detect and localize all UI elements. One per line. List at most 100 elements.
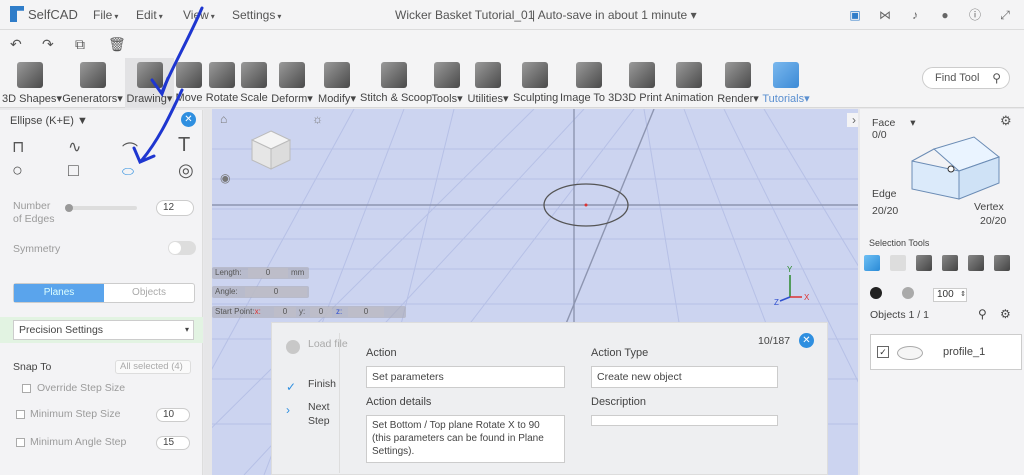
snap-to-label: Snap To [13, 361, 52, 373]
selection-tools-label: Selection Tools [869, 238, 930, 248]
search-icon[interactable]: ⚲ [992, 71, 1001, 85]
delete-icon[interactable]: 🗑 [108, 36, 126, 53]
user-icon[interactable]: ● [938, 8, 952, 22]
circle-shape-icon[interactable]: ○ [12, 160, 23, 181]
object-list-item[interactable]: ✓ profile_1 [870, 334, 1022, 370]
angle-value[interactable]: 0 [245, 287, 307, 297]
snap-to-select[interactable]: All selected (4) [115, 360, 191, 374]
tool-3d-print[interactable]: 3D Print [622, 58, 662, 108]
tutorial-close-icon[interactable]: ✕ [799, 333, 814, 348]
tool-drawing[interactable]: Drawing▾ [125, 58, 174, 108]
tool-render[interactable]: Render▾ [716, 58, 760, 108]
brush-soft-icon[interactable] [902, 287, 914, 299]
find-tool-placeholder: Find Tool [935, 72, 980, 84]
edge-mode-label[interactable]: Edge [872, 188, 897, 200]
edges-slider[interactable] [65, 204, 137, 212]
share-icon[interactable]: ⋈ [878, 8, 892, 22]
chevron-right-icon: › [286, 403, 290, 417]
select-plane-icon[interactable] [994, 255, 1010, 271]
undo-icon[interactable]: ↶ [10, 36, 22, 53]
start-point-z[interactable]: 0 [348, 307, 384, 317]
logo-text: SelfCAD [28, 6, 78, 22]
selection-mode-cube[interactable] [904, 121, 1004, 201]
brush-size-input[interactable]: 100 ⇕ [933, 288, 967, 302]
face-count: 0/0 [872, 129, 887, 141]
objects-tab[interactable]: Objects [104, 284, 194, 302]
home-icon[interactable]: ⌂ [220, 112, 227, 126]
minimum-step-size-input[interactable]: 10 [156, 408, 190, 422]
tool-3d-shapes[interactable]: 3D Shapes▾ [2, 58, 62, 108]
save-icon[interactable]: ▣ [848, 8, 862, 22]
tool-rotate[interactable]: Rotate [205, 58, 239, 108]
vertex-mode-label[interactable]: Vertex [974, 201, 1004, 213]
minimum-angle-step-input[interactable]: 15 [156, 436, 190, 450]
select-solid-icon[interactable] [942, 255, 958, 271]
ring-shape-icon[interactable]: ◎ [178, 160, 194, 181]
select-loop-icon[interactable] [968, 255, 984, 271]
tool-modify[interactable]: Modify▾ [316, 58, 358, 108]
text-shape-icon[interactable]: T [178, 134, 190, 157]
search-objects-icon[interactable]: ⚲ [978, 307, 987, 321]
menu-view[interactable]: View [183, 8, 215, 22]
notification-bell-icon[interactable]: ♪ [908, 8, 922, 22]
viewport-side-strip [204, 109, 212, 475]
tool-tutorials[interactable]: Tutorials▾ [762, 58, 810, 108]
menu-edit[interactable]: Edit [136, 8, 163, 22]
lighting-icon[interactable]: ☼ [312, 112, 323, 126]
autosave-status[interactable]: | Auto-save in about 1 minute ▾ [532, 8, 697, 22]
select-box-icon[interactable] [916, 255, 932, 271]
objects-settings-icon[interactable]: ⚙ [1000, 307, 1011, 321]
start-point-x[interactable]: 0 [274, 307, 296, 317]
select-grid-icon[interactable] [890, 255, 906, 271]
tool-stitch-scoop[interactable]: Stitch & Scoop [360, 58, 432, 108]
collapse-right-panel-icon[interactable]: › [847, 113, 858, 127]
tool-tools[interactable]: Tools▾ [430, 58, 464, 108]
square-shape-icon[interactable]: □ [68, 160, 79, 181]
view-cube[interactable] [250, 129, 292, 171]
menu-file[interactable]: File [93, 8, 118, 22]
select-all-icon[interactable] [864, 255, 880, 271]
tool-generators[interactable]: Generators▾ [61, 58, 124, 108]
tool-animation[interactable]: Animation [664, 58, 714, 108]
start-point-readout: Start Point:x: 0 y: 0 z: 0 [212, 306, 406, 318]
minimum-step-size-checkbox[interactable] [16, 410, 25, 419]
minimum-angle-step-checkbox[interactable] [16, 438, 25, 447]
copy-icon[interactable]: ⧉ [75, 36, 85, 53]
brush-solid-icon[interactable] [870, 287, 882, 299]
tool-scale[interactable]: Scale [240, 58, 268, 108]
curve-shape-icon[interactable]: ∿ [68, 137, 81, 157]
find-tool-input[interactable]: Find Tool ⚲ [922, 67, 1010, 89]
tool-utilities[interactable]: Utilities▾ [467, 58, 509, 108]
number-of-edges-label: Number of Edges [13, 200, 55, 225]
redo-icon[interactable]: ↷ [42, 36, 54, 53]
symmetry-toggle[interactable] [168, 241, 196, 255]
fullscreen-icon[interactable]: ⤢ [998, 8, 1012, 22]
modify-icon [324, 62, 350, 88]
info-icon[interactable]: ⓘ [968, 8, 982, 22]
polyline-shape-icon[interactable]: ⊓ [12, 137, 24, 157]
ellipse-shape-icon[interactable]: ⬭ [122, 163, 134, 180]
autosave-text: Auto-save in about 1 minute [537, 8, 688, 22]
menu-settings[interactable]: Settings [232, 8, 281, 22]
document-title[interactable]: Wicker Basket Tutorial_01 [395, 8, 534, 22]
length-value[interactable]: 0 [248, 268, 288, 278]
start-point-y[interactable]: 0 [310, 307, 332, 317]
logo[interactable]: SelfCAD [10, 6, 78, 22]
planes-tab[interactable]: Planes [14, 284, 104, 302]
object-name: profile_1 [943, 346, 986, 358]
action-field: Set parameters [366, 366, 565, 388]
precision-settings-dropdown[interactable]: Precision Settings [13, 320, 194, 340]
selection-panel: Face ▾ 0/0 ⚙ Edge 20/20 Vertex 20/20 Sel… [860, 109, 1024, 475]
tool-move[interactable]: Move [175, 58, 203, 108]
object-visibility-checkbox[interactable]: ✓ [877, 346, 889, 358]
reset-view-icon[interactable]: ◉ [220, 171, 230, 185]
panel-title[interactable]: Ellipse (K+E) ▼ [10, 115, 88, 127]
override-step-size-checkbox[interactable] [22, 384, 31, 393]
tool-sculpting[interactable]: Sculpting [513, 58, 558, 108]
tool-deform[interactable]: Deform▾ [269, 58, 315, 108]
edges-input[interactable]: 12 [156, 200, 194, 216]
arc-shape-icon[interactable]: ⌒ [122, 137, 138, 161]
tool-image-to-3d[interactable]: Image To 3D [560, 58, 622, 108]
close-panel-icon[interactable]: ✕ [181, 112, 196, 127]
drawing-icon [136, 62, 163, 88]
